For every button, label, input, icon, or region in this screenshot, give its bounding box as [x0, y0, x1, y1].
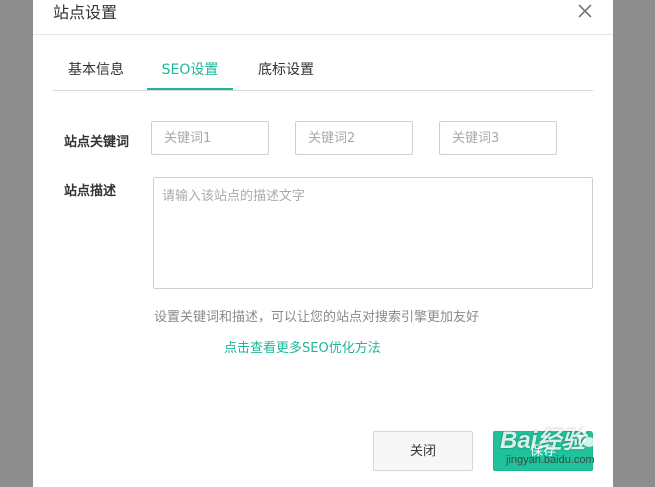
site-settings-dialog: 站点设置 基本信息 SEO设置 底标设置 站点关键词 站点描述 设置关键词和描述…: [33, 0, 613, 487]
tab-basic-info[interactable]: 基本信息: [53, 52, 139, 89]
close-icon[interactable]: [575, 0, 595, 22]
keywords-label: 站点关键词: [64, 135, 130, 150]
keyword-input-1[interactable]: [151, 121, 269, 155]
description-textarea[interactable]: [153, 177, 593, 289]
seo-tips-link[interactable]: 点击查看更多SEO优化方法: [224, 337, 381, 356]
dialog-title: 站点设置: [53, 3, 118, 22]
tab-seo-settings[interactable]: SEO设置: [147, 52, 233, 90]
save-button[interactable]: 保存: [493, 431, 593, 471]
keyword-input-2[interactable]: [295, 121, 413, 155]
tab-footer-settings[interactable]: 底标设置: [243, 52, 329, 89]
keyword-input-3[interactable]: [439, 121, 557, 155]
seo-hint-text: 设置关键词和描述，可以让您的站点对搜索引擎更加友好: [154, 310, 480, 325]
description-label: 站点描述: [64, 184, 117, 199]
close-button[interactable]: 关闭: [373, 431, 473, 471]
settings-tabs: 基本信息 SEO设置 底标设置: [53, 52, 593, 91]
dialog-header: 站点设置: [33, 0, 613, 35]
